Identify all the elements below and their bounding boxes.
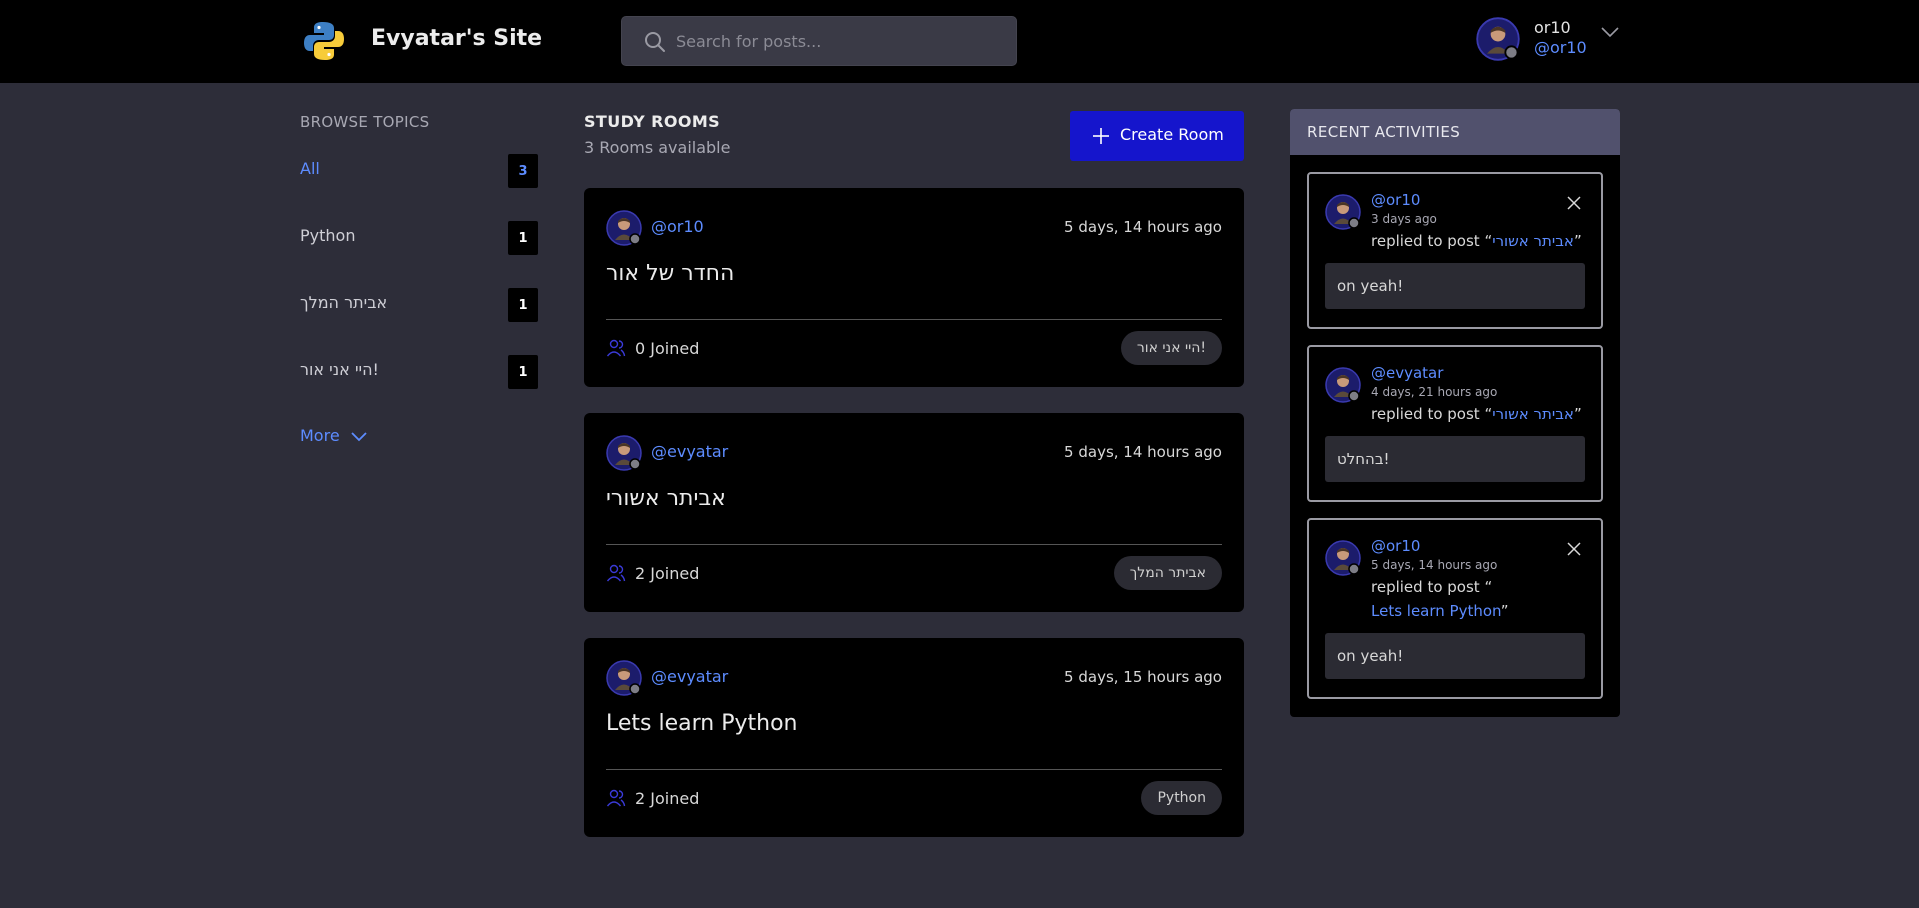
avatar[interactable] [1325, 194, 1361, 230]
divider [606, 319, 1222, 320]
chevron-down-icon[interactable] [350, 431, 368, 442]
topic-count-badge: 3 [508, 154, 538, 188]
room-name[interactable]: החדר של אור [606, 261, 734, 286]
topic-all[interactable]: All 3 [300, 154, 538, 188]
room-topic-tag[interactable]: אביתר המלך [1113, 556, 1222, 590]
avatar[interactable] [606, 660, 642, 696]
room-time: 5 days, 14 hours ago [1064, 218, 1222, 236]
room-host[interactable]: @or10 [651, 217, 704, 236]
user-handle[interactable]: @or10 [1534, 38, 1587, 57]
topic-label[interactable]: היי אני אור! [300, 360, 379, 379]
people-icon [606, 339, 626, 357]
search-bar[interactable] [621, 16, 1017, 66]
activity-reply: on yeah! [1325, 263, 1585, 309]
activity-user[interactable]: @evyatar [1371, 364, 1443, 382]
activity-post-link[interactable]: אביתר אשורי [1492, 232, 1574, 250]
room-card[interactable]: @or10 5 days, 14 hours ago החדר של אור 0… [584, 188, 1244, 387]
room-card[interactable]: @evyatar 5 days, 15 hours ago Lets learn… [584, 638, 1244, 837]
room-host[interactable]: @evyatar [651, 667, 728, 686]
room-time: 5 days, 15 hours ago [1064, 668, 1222, 686]
divider [606, 544, 1222, 545]
study-rooms-title: STUDY ROOMS [584, 112, 721, 131]
room-name[interactable]: אביתר אשורי [606, 486, 726, 511]
activity-time: 5 days, 14 hours ago [1371, 558, 1498, 572]
activity-time: 4 days, 21 hours ago [1371, 385, 1498, 399]
activity-item: @evyatar 4 days, 21 hours ago replied to… [1307, 345, 1603, 502]
activity-time: 3 days ago [1371, 212, 1437, 226]
joined-count: 2 Joined [635, 564, 700, 583]
topic-evyatar-king[interactable]: אביתר המלך 1 [300, 288, 538, 322]
activity-post-link[interactable]: Lets learn Python [1371, 602, 1501, 620]
activity-action: replied to post “אביתר אשורי” [1371, 232, 1582, 250]
activity-item: @or10 5 days, 14 hours ago replied to po… [1307, 518, 1603, 699]
topic-count-badge: 1 [508, 355, 538, 389]
topic-label[interactable]: All [300, 159, 320, 178]
close-icon[interactable] [1567, 542, 1581, 556]
activity-action-text: replied to post [1371, 232, 1480, 250]
more-topics-link[interactable]: More [300, 426, 340, 445]
rooms-count: 3 Rooms available [584, 138, 731, 157]
activities-title: RECENT ACTIVITIES [1307, 123, 1461, 141]
room-topic-tag[interactable]: Python [1141, 781, 1222, 815]
divider [606, 769, 1222, 770]
avatar[interactable] [1325, 367, 1361, 403]
avatar[interactable] [606, 435, 642, 471]
joined-count: 0 Joined [635, 339, 700, 358]
create-room-button[interactable]: Create Room [1070, 111, 1244, 161]
recent-activities-panel: RECENT ACTIVITIES @or10 3 days ago repli… [1290, 109, 1620, 717]
activity-item: @or10 3 days ago replied to post “אביתר … [1307, 172, 1603, 329]
search-icon [645, 32, 665, 52]
activity-post-link[interactable]: אביתר אשורי [1492, 405, 1574, 423]
room-time: 5 days, 14 hours ago [1064, 443, 1222, 461]
close-icon[interactable] [1567, 196, 1581, 210]
activities-header: RECENT ACTIVITIES [1290, 109, 1620, 155]
joined-count: 2 Joined [635, 789, 700, 808]
browse-topics-heading: BROWSE TOPICS [300, 113, 430, 131]
topic-python[interactable]: Python 1 [300, 221, 538, 255]
room-topic-tag[interactable]: היי אני אור! [1120, 331, 1222, 365]
user-avatar[interactable] [1476, 17, 1520, 61]
activity-action: replied to post “Lets learn Python” [1371, 578, 1509, 620]
plus-icon [1093, 128, 1109, 144]
topic-count-badge: 1 [508, 288, 538, 322]
user-name[interactable]: or10 [1534, 18, 1571, 37]
room-name[interactable]: Lets learn Python [606, 711, 797, 736]
activity-user[interactable]: @or10 [1371, 191, 1420, 209]
search-input[interactable] [676, 17, 1006, 65]
people-icon [606, 564, 626, 582]
topic-label[interactable]: Python [300, 226, 355, 245]
avatar[interactable] [1325, 540, 1361, 576]
create-room-label: Create Room [1120, 125, 1224, 144]
room-host[interactable]: @evyatar [651, 442, 728, 461]
room-card[interactable]: @evyatar 5 days, 14 hours ago אביתר אשור… [584, 413, 1244, 612]
activity-user[interactable]: @or10 [1371, 537, 1420, 555]
activity-action-text: replied to post [1371, 405, 1480, 423]
activity-action-text: replied to post [1371, 578, 1480, 596]
activity-reply: on yeah! [1325, 633, 1585, 679]
people-icon [606, 789, 626, 807]
topic-count-badge: 1 [508, 221, 538, 255]
topic-label[interactable]: אביתר המלך [300, 293, 387, 312]
top-navbar: Evyatar's Site or10 @or10 [0, 0, 1919, 83]
site-title[interactable]: Evyatar's Site [371, 26, 542, 51]
activity-reply: בהחלט! [1325, 436, 1585, 482]
avatar[interactable] [606, 210, 642, 246]
chevron-down-icon[interactable] [1600, 26, 1620, 38]
python-logo[interactable] [302, 19, 346, 63]
topic-hi-im-or[interactable]: היי אני אור! 1 [300, 355, 538, 389]
activity-action: replied to post “אביתר אשורי” [1371, 405, 1582, 423]
